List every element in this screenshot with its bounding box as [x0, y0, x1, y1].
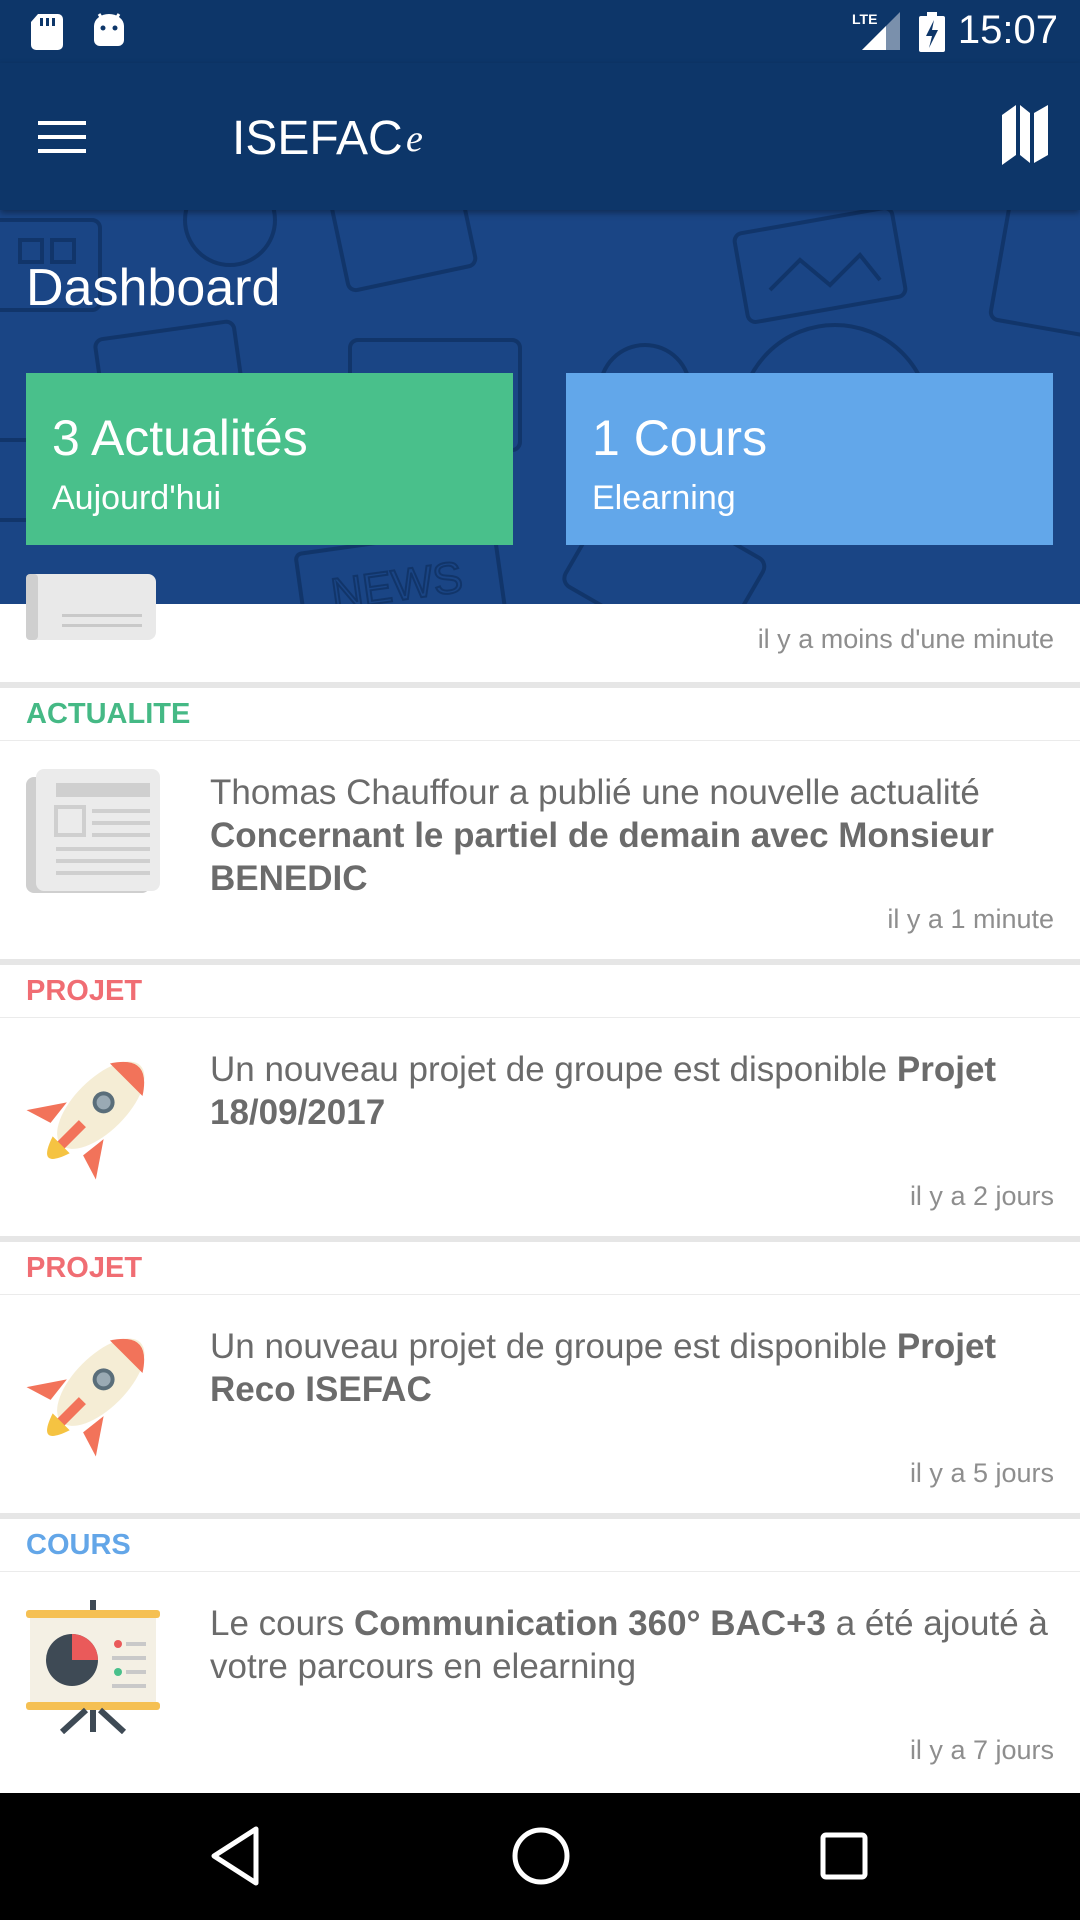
list-item: PROJET Un nouveau projet de groupe est d… [0, 1242, 1080, 1519]
logo-letter: e [406, 119, 423, 159]
text-plain: Le cours [210, 1604, 354, 1643]
news-count-card[interactable]: 3 Actualités Aujourd'hui [26, 373, 513, 545]
feed-item-body[interactable]: Le cours Communication 360° BAC+3 a été … [0, 1572, 1080, 1790]
app-bar: ISEFAC e [0, 63, 1080, 210]
item-time: il y a 5 jours [909, 1458, 1054, 1488]
category-label: PROJET [0, 965, 1080, 1018]
hamburger-icon[interactable] [38, 119, 86, 155]
item-time: il y a 1 minute [887, 904, 1054, 934]
lte-signal-icon: LTE [852, 11, 900, 50]
category-label: PROJET [0, 1242, 1080, 1295]
recents-icon[interactable] [818, 1825, 870, 1887]
activity-feed: il y a moins d'une minute ACTUALITE Thom… [0, 574, 1080, 1790]
item-time: il y a 2 jours [909, 1181, 1054, 1211]
course-count: 1 Cours [592, 410, 768, 466]
rocket-icon [26, 1061, 145, 1180]
feed-item-body[interactable]: Thomas Chauffour a publié une nouvelle a… [0, 741, 1080, 959]
item-time: il y a moins d'une minute [757, 624, 1054, 654]
news-period: Aujourd'hui [52, 479, 222, 517]
isefac-logo-e-icon: e [406, 119, 423, 159]
text-plain: Thomas Chauffour a publié une nouvelle a… [210, 773, 980, 812]
newspaper-icon [26, 769, 160, 893]
newspaper-icon [26, 574, 156, 640]
rocket-icon [26, 1338, 145, 1457]
feed-item-text: Un nouveau projet de groupe est disponib… [210, 1048, 1054, 1134]
list-item: COURS Le cours Communication 360° BAC+3 [0, 1519, 1080, 1790]
android-icon [94, 13, 124, 46]
back-icon[interactable] [208, 1825, 264, 1887]
map-icon[interactable] [1000, 103, 1050, 169]
list-item: PROJET Un nouveau projet de groupe est d… [0, 965, 1080, 1242]
system-nav-bar [0, 1793, 1080, 1920]
text-plain: Un nouveau projet de groupe est disponib… [210, 1327, 897, 1366]
battery-charging-icon [919, 12, 945, 52]
home-icon[interactable] [510, 1825, 572, 1887]
text-bold: Communication 360° BAC+3 [353, 1604, 826, 1643]
text-plain: Un nouveau projet de groupe est disponib… [210, 1050, 897, 1089]
feed-item-text: Thomas Chauffour a publié une nouvelle a… [210, 771, 1054, 900]
course-type: Elearning [592, 479, 736, 517]
text-bold: Concernant le partiel de demain avec Mon… [210, 816, 994, 898]
page-title: Dashboard [26, 259, 281, 317]
presentation-board-icon [26, 1600, 160, 1734]
category-label: ACTUALITE [0, 688, 1080, 741]
status-time: 15:07 [957, 8, 1058, 52]
course-count-card[interactable]: 1 Cours Elearning [566, 373, 1053, 545]
news-count: 3 Actualités [52, 410, 308, 466]
category-label: COURS [0, 1519, 1080, 1572]
feed-item-body[interactable]: Un nouveau projet de groupe est disponib… [0, 1295, 1080, 1513]
svg-text:NEWS: NEWS [328, 553, 466, 604]
list-item[interactable]: il y a moins d'une minute [0, 574, 1080, 688]
list-item: ACTUALITE Thomas Chauffour a publié une … [0, 688, 1080, 965]
item-time: il y a 7 jours [909, 1735, 1054, 1765]
app-title: ISEFAC [232, 112, 403, 165]
status-bar: LTE 15:07 [0, 0, 1080, 63]
feed-item-body[interactable]: Un nouveau projet de groupe est disponib… [0, 1018, 1080, 1236]
lte-label: LTE [852, 11, 877, 27]
dashboard-hero: NEWS Dashboard 3 Actualités Aujourd'hui … [0, 210, 1080, 604]
feed-item-text: Un nouveau projet de groupe est disponib… [210, 1325, 1054, 1411]
feed-item-text: Le cours Communication 360° BAC+3 a été … [210, 1602, 1054, 1688]
sd-card-icon [31, 14, 63, 50]
